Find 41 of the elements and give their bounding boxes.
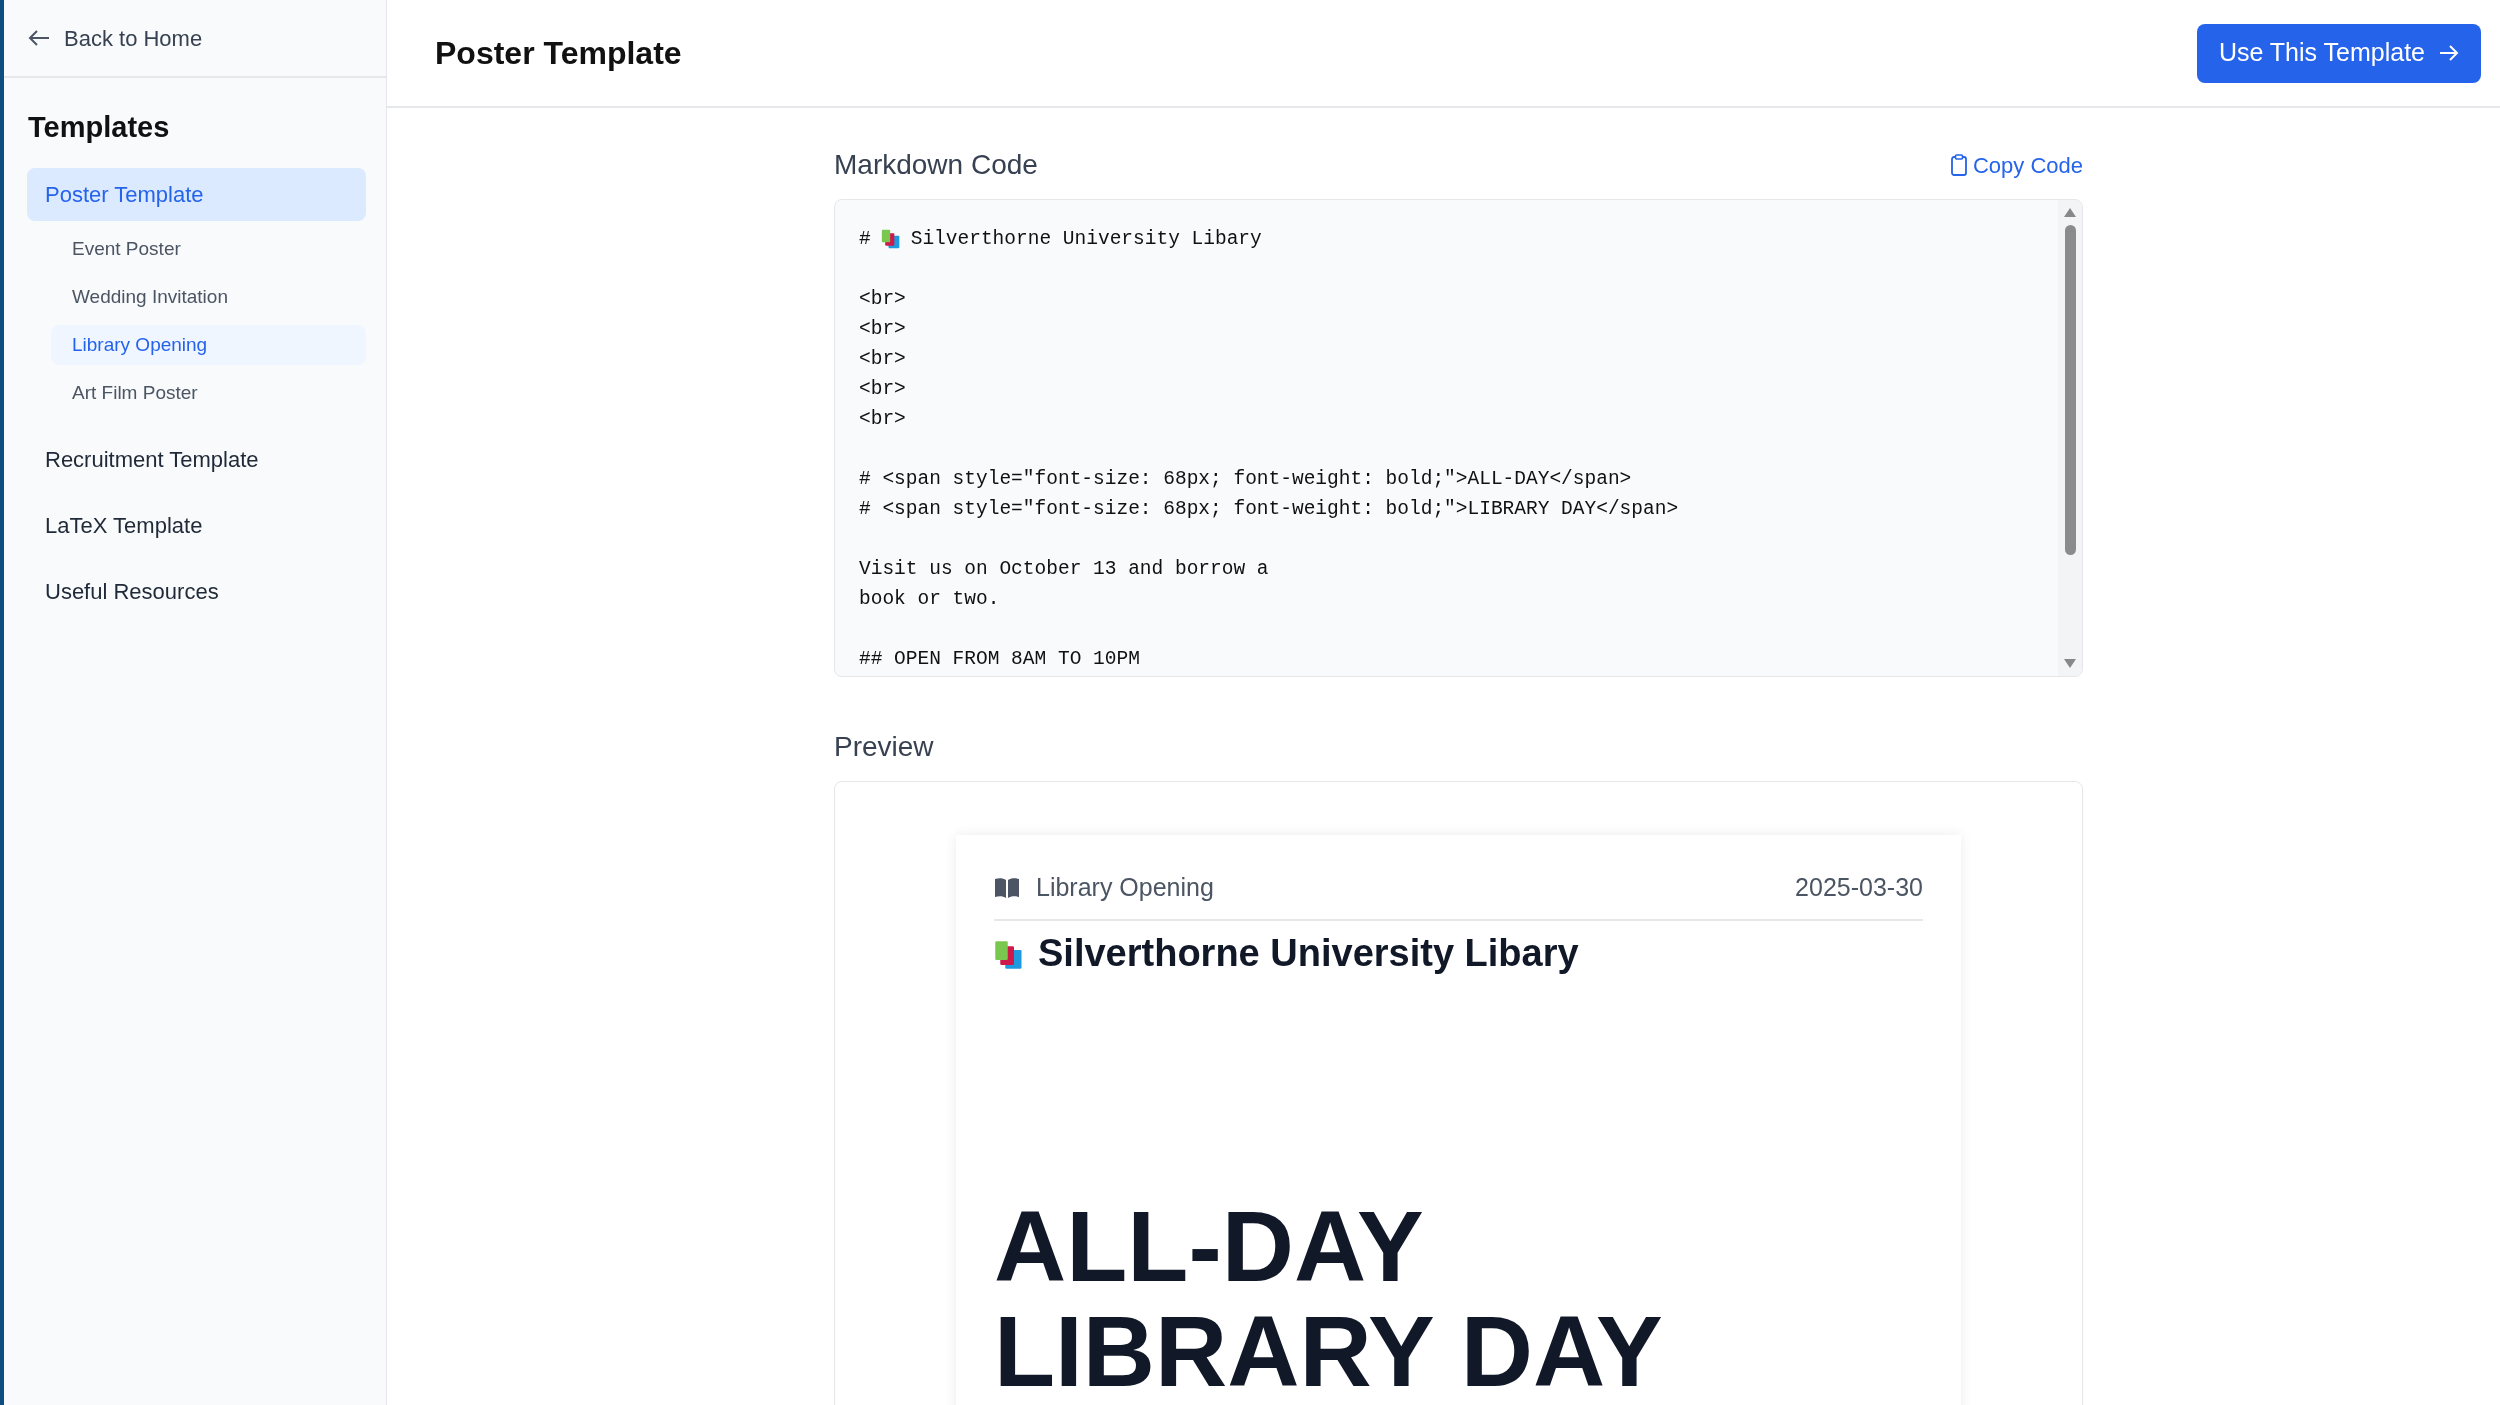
code-text: <br> <box>859 377 906 402</box>
code-text: # <span style="font-size: 68px; font-weight: bold;">ALL-DAY</span> <box>859 467 1632 492</box>
poster-headline: ALL-DAY <box>994 1193 1424 1299</box>
code-text: Silverthorne University Libary <box>910 227 1262 252</box>
use-template-button[interactable]: Use This Template <box>2196 23 2481 83</box>
sidebar-subitem[interactable]: Wedding Invitation <box>51 276 366 317</box>
code-text: book or two. <box>859 587 1000 612</box>
scrollbar[interactable] <box>2058 200 2082 676</box>
copy-code-button[interactable]: Copy Code <box>1950 148 2083 182</box>
poster-date: 2025-03-30 <box>1795 872 1923 903</box>
clipboard-icon <box>1950 154 1967 176</box>
page-title: Poster Template <box>435 33 682 73</box>
poster-headline: LIBRARY DAY <box>994 1298 1663 1404</box>
code-text: # <box>859 227 871 252</box>
code-text: <br> <box>859 407 906 432</box>
poster-title: Silverthorne University Libary <box>1038 930 1579 976</box>
scroll-up-arrow-icon[interactable] <box>2064 208 2076 217</box>
sidebar-subitem[interactable]: Library Opening <box>51 324 366 365</box>
code-text: ## OPEN FROM 8AM TO 10PM <box>859 647 1140 672</box>
code-text: <br> <box>859 347 906 372</box>
arrow-right-icon <box>2439 44 2459 62</box>
sidebar-heading: Templates <box>28 110 171 145</box>
books-icon <box>994 940 1024 971</box>
sidebar-subitem[interactable]: Art Film Poster <box>51 372 366 413</box>
code-text: Visit us on October 13 and borrow a <box>859 557 1269 582</box>
code-text: <br> <box>859 287 906 312</box>
sidebar-item[interactable]: Poster Template <box>27 167 366 221</box>
sidebar-item[interactable]: LaTeX Template <box>27 498 366 552</box>
code-text: # <span style="font-size: 68px; font-weight: bold;">LIBRARY DAY</span> <box>859 497 1679 522</box>
open-book-icon <box>994 876 1020 899</box>
sidebar-item[interactable]: Recruitment Template <box>27 432 366 486</box>
section-title: Preview <box>834 730 935 764</box>
books-icon <box>880 229 901 249</box>
section-title: Markdown Code <box>834 148 1038 182</box>
back-arrow-icon[interactable] <box>28 29 50 47</box>
scroll-down-arrow-icon[interactable] <box>2064 659 2076 668</box>
sidebar-subitem[interactable]: Event Poster <box>51 228 366 269</box>
back-to-home-link[interactable]: Back to Home <box>64 21 203 55</box>
code-text: <br> <box>859 317 906 342</box>
sidebar-item[interactable]: Useful Resources <box>27 564 366 618</box>
poster-category: Library Opening <box>1036 872 1214 903</box>
